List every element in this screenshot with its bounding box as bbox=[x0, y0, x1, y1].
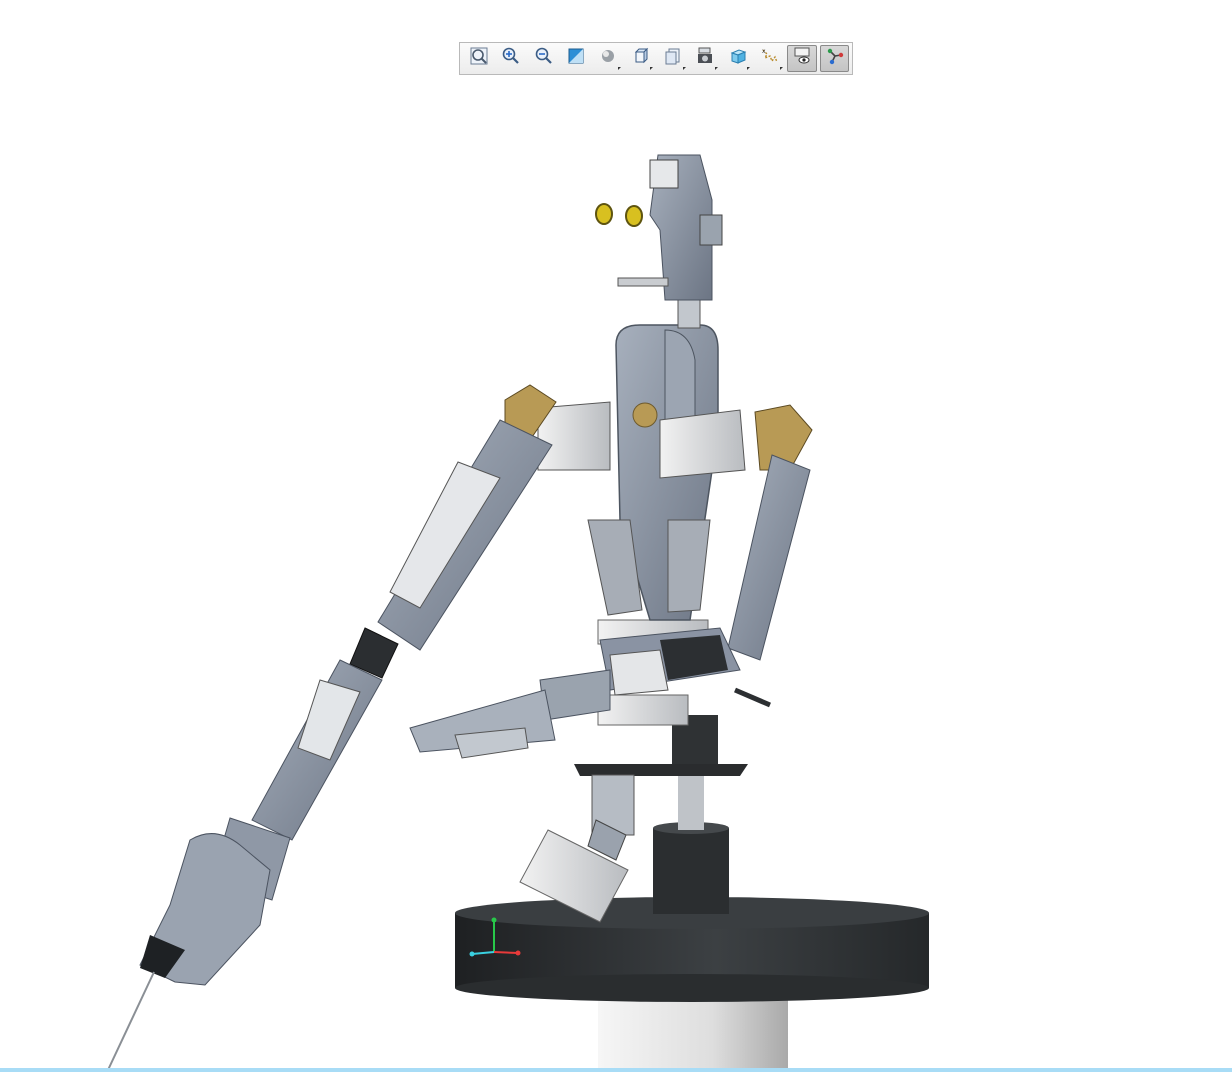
hide-show-button[interactable]: x bbox=[755, 45, 785, 72]
previous-view-icon bbox=[663, 46, 683, 71]
svg-text:x: x bbox=[762, 48, 766, 55]
eye-screen-icon bbox=[792, 46, 812, 71]
section-view-icon bbox=[566, 46, 586, 71]
zoom-in-icon bbox=[501, 46, 521, 71]
display-style-button[interactable] bbox=[593, 45, 623, 72]
link-nodes-icon bbox=[825, 46, 845, 71]
joint-display-button[interactable] bbox=[819, 45, 850, 72]
previous-view-button[interactable] bbox=[658, 45, 688, 72]
flyout-arrow-icon bbox=[618, 67, 622, 70]
head[interactable] bbox=[595, 154, 723, 329]
left-arm[interactable] bbox=[139, 419, 553, 986]
section-view-button[interactable] bbox=[561, 45, 591, 72]
zoom-in-button[interactable] bbox=[496, 45, 526, 72]
flyout-arrow-icon bbox=[650, 67, 654, 70]
bottom-status-bar bbox=[0, 1068, 1232, 1072]
view-settings-button[interactable] bbox=[723, 45, 753, 72]
hide-show-items-button[interactable] bbox=[787, 45, 818, 72]
zoom-fit-icon bbox=[469, 46, 489, 71]
view-orientation-button[interactable] bbox=[626, 45, 656, 72]
waist-plate[interactable] bbox=[574, 764, 748, 776]
view-cube-icon bbox=[631, 46, 651, 71]
display-style-icon bbox=[598, 46, 618, 71]
zoom-out-button[interactable] bbox=[529, 45, 559, 72]
zoom-to-fit-button[interactable] bbox=[464, 45, 494, 72]
flyout-arrow-icon bbox=[747, 67, 751, 70]
flyout-arrow-icon bbox=[715, 67, 719, 70]
flyout-arrow-icon bbox=[779, 67, 783, 70]
view-toolbar: x bbox=[459, 42, 853, 75]
3d-viewport[interactable] bbox=[0, 0, 1232, 1072]
transparent-cube-icon bbox=[728, 46, 748, 71]
flyout-arrow-icon bbox=[682, 67, 686, 70]
scene-settings-button[interactable] bbox=[690, 45, 720, 72]
axis-scatter-icon: x bbox=[760, 46, 780, 71]
held-rod[interactable] bbox=[107, 971, 155, 1071]
support-column[interactable] bbox=[653, 715, 729, 914]
zoom-out-icon bbox=[534, 46, 554, 71]
camera-icon bbox=[695, 46, 715, 71]
